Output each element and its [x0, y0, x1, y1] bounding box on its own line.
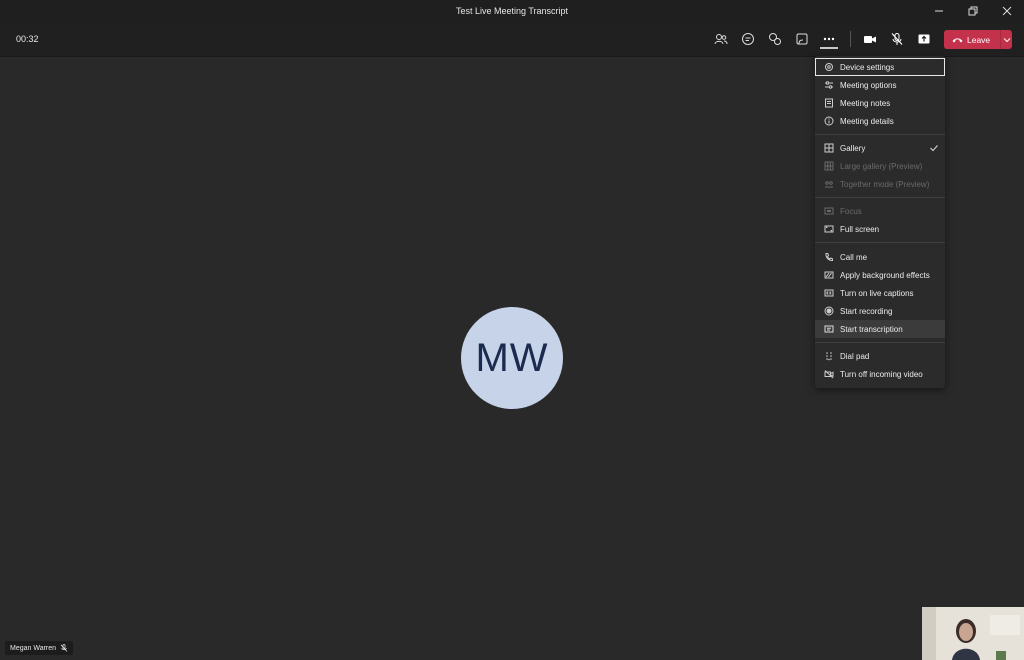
menu-item-label: Turn on live captions — [840, 288, 914, 298]
menu-item-label: Device settings — [840, 62, 895, 72]
more-active-indicator — [820, 47, 838, 49]
menu-item-label: Turn off incoming video — [840, 369, 923, 379]
phone-icon — [823, 252, 835, 262]
people-icon — [714, 34, 728, 45]
window-title: Test Live Meeting Transcript — [455, 6, 569, 16]
menu-item-start-transcription[interactable]: Start transcription — [815, 320, 945, 338]
video-off-icon — [823, 369, 835, 379]
background-effects-icon — [823, 270, 835, 280]
sliders-icon — [823, 80, 835, 90]
menu-item-together-mode: Together mode (Preview) — [815, 175, 945, 193]
record-icon — [823, 306, 835, 316]
menu-item-full-screen[interactable]: Full screen — [815, 220, 945, 238]
menu-divider — [815, 342, 945, 343]
participant-avatar: MW — [461, 307, 563, 409]
menu-item-label: Gallery — [840, 143, 866, 153]
avatar-initials: MW — [475, 335, 549, 380]
minimize-button[interactable] — [922, 0, 956, 22]
share-screen-icon — [918, 34, 930, 44]
menu-item-label: Meeting details — [840, 116, 894, 126]
restore-icon — [968, 6, 978, 16]
self-video-preview[interactable] — [922, 607, 1024, 660]
focus-icon — [823, 206, 835, 216]
notes-icon — [823, 98, 835, 108]
share-tray-icon — [796, 33, 808, 45]
menu-item-label: Call me — [840, 252, 868, 262]
menu-item-label: Apply background effects — [840, 270, 930, 280]
leave-button[interactable]: Leave — [944, 30, 1012, 49]
gallery-icon — [823, 143, 835, 153]
menu-divider — [815, 197, 945, 198]
menu-divider — [815, 134, 945, 135]
participant-name: Megan Warren — [10, 644, 57, 652]
menu-item-turn-off-incoming-video[interactable]: Turn off incoming video — [815, 365, 945, 383]
more-actions-menu: Device settings Meeting options Meeting … — [815, 56, 945, 388]
reactions-icon — [769, 33, 781, 45]
dialpad-icon — [823, 351, 835, 361]
mic-off-icon — [60, 644, 68, 652]
meeting-timer: 00:32 — [16, 34, 39, 44]
leave-label: Leave — [967, 34, 991, 45]
participants-button[interactable] — [712, 30, 730, 48]
checkmark-icon — [930, 145, 938, 152]
menu-item-dial-pad[interactable]: Dial pad — [815, 347, 945, 365]
share-screen-button[interactable] — [915, 30, 933, 48]
menu-item-label: Together mode (Preview) — [840, 179, 930, 189]
captions-icon — [823, 288, 835, 298]
close-window-button[interactable] — [990, 0, 1024, 22]
mic-button[interactable] — [888, 30, 906, 48]
fullscreen-icon — [823, 224, 835, 234]
menu-item-call-me[interactable]: Call me — [815, 248, 945, 266]
more-icon — [823, 37, 835, 41]
menu-item-live-captions[interactable]: Turn on live captions — [815, 284, 945, 302]
together-mode-icon — [823, 179, 835, 189]
meeting-toolbar: 00:32 Leave — [0, 22, 1024, 57]
gear-icon — [823, 62, 835, 72]
camera-button[interactable] — [861, 30, 879, 48]
menu-item-label: Large gallery (Preview) — [840, 161, 923, 171]
transcription-icon — [823, 324, 835, 334]
more-actions-button[interactable] — [820, 30, 838, 48]
mic-off-icon — [891, 33, 903, 45]
leave-options-button[interactable] — [1001, 37, 1012, 43]
camera-icon — [864, 36, 876, 43]
menu-item-start-recording[interactable]: Start recording — [815, 302, 945, 320]
menu-item-background-effects[interactable]: Apply background effects — [815, 266, 945, 284]
restore-button[interactable] — [956, 0, 990, 22]
reactions-button[interactable] — [766, 30, 784, 48]
menu-item-gallery[interactable]: Gallery — [815, 139, 945, 157]
menu-item-label: Dial pad — [840, 351, 870, 361]
chat-button[interactable] — [739, 30, 757, 48]
large-gallery-icon — [823, 161, 835, 171]
menu-item-label: Meeting notes — [840, 98, 891, 108]
window-controls — [922, 0, 1024, 22]
menu-item-label: Focus — [840, 206, 862, 216]
menu-item-label: Start recording — [840, 306, 893, 316]
menu-item-meeting-details[interactable]: Meeting details — [815, 112, 945, 130]
toolbar-divider — [850, 31, 851, 47]
info-icon — [823, 116, 835, 126]
menu-item-label: Meeting options — [840, 80, 897, 90]
menu-item-device-settings[interactable]: Device settings — [815, 58, 945, 76]
menu-item-meeting-options[interactable]: Meeting options — [815, 76, 945, 94]
self-video-feed — [922, 607, 1024, 660]
menu-item-label: Full screen — [840, 224, 880, 234]
leave-main[interactable]: Leave — [944, 30, 1000, 49]
menu-divider — [815, 242, 945, 243]
close-icon — [1002, 6, 1012, 16]
menu-item-meeting-notes[interactable]: Meeting notes — [815, 94, 945, 112]
title-bar: Test Live Meeting Transcript — [0, 0, 1024, 22]
share-tray-button[interactable] — [793, 30, 811, 48]
chat-icon — [742, 33, 754, 45]
menu-item-large-gallery: Large gallery (Preview) — [815, 157, 945, 175]
hang-up-icon — [952, 37, 963, 42]
participant-name-tag: Megan Warren — [5, 641, 74, 655]
menu-item-label: Start transcription — [840, 324, 903, 334]
chevron-down-icon — [1003, 37, 1010, 42]
minimize-icon — [935, 10, 943, 12]
menu-item-focus: Focus — [815, 202, 945, 220]
